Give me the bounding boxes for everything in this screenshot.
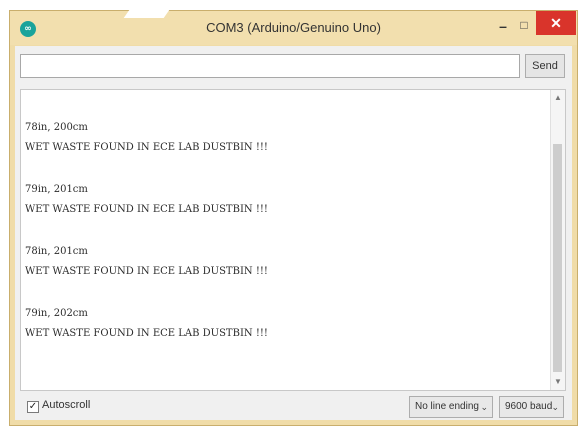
window-client-area: Send 78in, 200cm WET WASTE FOUND IN ECE … bbox=[15, 46, 572, 420]
scroll-up-arrow-icon[interactable]: ▲ bbox=[551, 92, 565, 104]
output-line: WET WASTE FOUND IN ECE LAB DUSTBIN !!! bbox=[25, 142, 268, 153]
send-button[interactable]: Send bbox=[525, 54, 565, 78]
output-line: WET WASTE FOUND IN ECE LAB DUSTBIN !!! bbox=[25, 266, 268, 277]
serial-output-area[interactable]: 78in, 200cm WET WASTE FOUND IN ECE LAB D… bbox=[20, 89, 566, 391]
scroll-down-arrow-icon[interactable]: ▼ bbox=[551, 376, 565, 388]
output-line: 78in, 201cm bbox=[25, 246, 88, 257]
autoscroll-label[interactable]: Autoscroll bbox=[42, 399, 90, 411]
output-line: 78in, 200cm bbox=[25, 122, 88, 133]
vertical-scrollbar[interactable]: ▲ ▼ bbox=[550, 90, 565, 390]
baud-rate-dropdown[interactable]: 9600 baud ⌄ bbox=[499, 396, 564, 418]
serial-monitor-window: ∞ COM3 (Arduino/Genuino Uno) – □ ✕ Send … bbox=[9, 10, 578, 426]
serial-input-field[interactable] bbox=[20, 54, 520, 78]
maximize-button[interactable]: □ bbox=[516, 17, 532, 33]
line-ending-value: No line ending bbox=[415, 401, 479, 412]
title-bar[interactable]: ∞ COM3 (Arduino/Genuino Uno) – □ ✕ bbox=[10, 11, 577, 45]
minimize-button[interactable]: – bbox=[492, 19, 514, 37]
output-line: WET WASTE FOUND IN ECE LAB DUSTBIN !!! bbox=[25, 328, 268, 339]
chevron-down-icon: ⌄ bbox=[551, 402, 559, 412]
output-line: 79in, 202cm bbox=[25, 308, 88, 319]
send-bar: Send bbox=[15, 46, 572, 80]
close-button[interactable]: ✕ bbox=[536, 11, 576, 35]
chevron-down-icon: ⌄ bbox=[480, 402, 488, 412]
scrollbar-thumb[interactable] bbox=[553, 144, 562, 372]
output-line: 79in, 201cm bbox=[25, 184, 88, 195]
line-ending-dropdown[interactable]: No line ending ⌄ bbox=[409, 396, 493, 418]
status-footer: ✓ Autoscroll No line ending ⌄ 9600 baud … bbox=[15, 394, 572, 420]
autoscroll-checkbox[interactable]: ✓ bbox=[27, 401, 39, 413]
output-line: WET WASTE FOUND IN ECE LAB DUSTBIN !!! bbox=[25, 204, 268, 215]
baud-rate-value: 9600 baud bbox=[505, 401, 553, 412]
serial-output-text: 78in, 200cm WET WASTE FOUND IN ECE LAB D… bbox=[25, 118, 549, 346]
